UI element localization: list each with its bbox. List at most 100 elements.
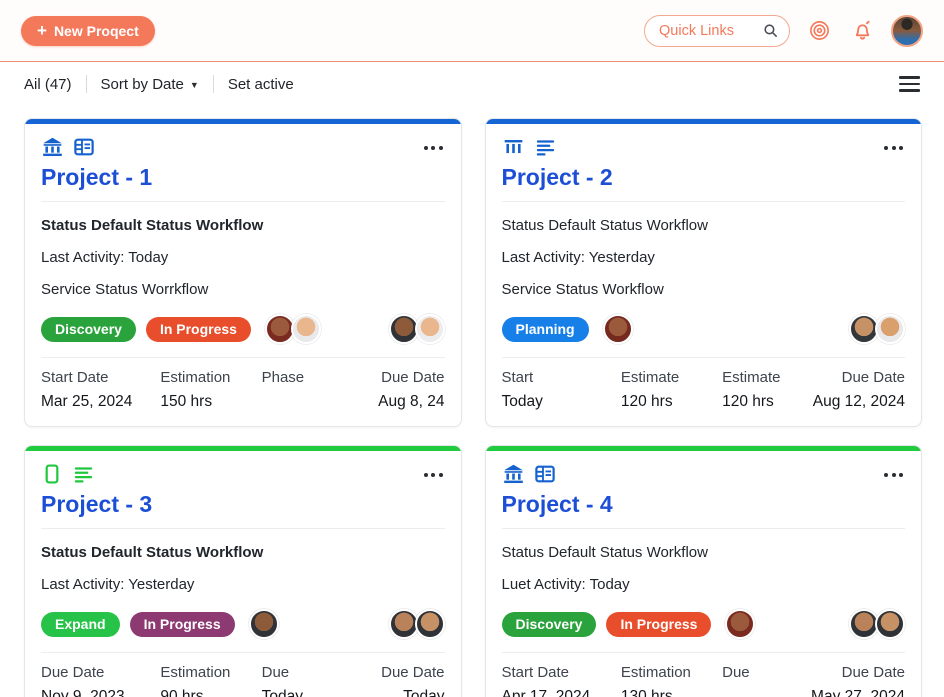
search-icon xyxy=(762,21,779,41)
status-badge: In Progress xyxy=(606,612,711,637)
status-badge: Expand xyxy=(41,612,120,637)
more-options-button[interactable] xyxy=(422,140,445,156)
caret-down-icon: ▼ xyxy=(190,80,199,90)
filter-all-button[interactable]: Ail (47) xyxy=(24,76,72,93)
card-footer: Due DateNoy 9, 2023Estimation90 hrsDue To… xyxy=(41,652,445,697)
plus-icon: + xyxy=(37,22,47,39)
team-avatars xyxy=(389,609,445,639)
sort-by-date-dropdown[interactable]: Sort by Date ▼ xyxy=(101,76,199,93)
footer-field-value: Aug 12, 2024 xyxy=(801,393,905,411)
footer-field-value: 150 hrs xyxy=(160,393,255,411)
footer-field-value: Today xyxy=(502,393,615,411)
project-card[interactable]: Project - 4 Status Default Status Workfl… xyxy=(485,445,923,697)
footer-field-value: Apr 17, 2024 xyxy=(502,688,615,697)
footer-field-label: Due Date xyxy=(801,664,905,681)
status-line: Status Default Status Workflow xyxy=(41,543,445,563)
bell-icon[interactable] xyxy=(848,17,876,45)
project-card[interactable]: Project - 3 Status Default Status Workfl… xyxy=(24,445,462,697)
avatar xyxy=(603,314,633,344)
footer-field-label: Phase xyxy=(262,369,335,386)
assignee-avatars xyxy=(603,314,633,344)
avatar xyxy=(875,314,905,344)
footer-field-value: May 27, 2024 xyxy=(801,688,905,697)
card-status-lines: Status Default Status WorkflowLast Activ… xyxy=(41,202,445,300)
footer-field: Due DateNoy 9, 2023 xyxy=(41,664,160,697)
more-options-button[interactable] xyxy=(882,140,905,156)
list-icon xyxy=(534,136,557,159)
avatar xyxy=(725,609,755,639)
footer-field: Estimate 120 hrs xyxy=(621,369,722,411)
status-line: Status Default Status Workflow xyxy=(502,543,906,563)
filter-toolbar: Ail (47) Sort by Date ▼ Set active xyxy=(0,62,944,106)
card-footer: Start DateMar 25, 2024Estimation 150 hrs P… xyxy=(41,357,445,426)
set-active-label: Set active xyxy=(228,76,294,93)
badge-row: Expand In Progress xyxy=(41,609,445,639)
card-status-lines: Status Default Status WorkflowLast Activ… xyxy=(502,202,906,300)
footer-field: StartToday xyxy=(502,369,621,411)
new-project-button[interactable]: + New Proqect xyxy=(21,16,155,46)
project-title[interactable]: Project - 4 xyxy=(502,491,906,529)
footer-field-value: 130 hrs xyxy=(621,688,716,697)
status-line: Service Status Worrkflow xyxy=(41,280,445,300)
project-title[interactable]: Project - 3 xyxy=(41,491,445,529)
footer-field: Start DateMar 25, 2024 xyxy=(41,369,160,411)
avatar xyxy=(415,609,445,639)
status-badge: In Progress xyxy=(146,317,251,342)
footer-field-value xyxy=(722,688,795,697)
footer-field-value: Mar 25, 2024 xyxy=(41,393,154,411)
footer-field-label: Due Date xyxy=(801,369,905,386)
menu-icon[interactable] xyxy=(899,76,920,92)
card-footer: StartTodayEstimate 120 hrsEstimate 120 hrs… xyxy=(502,357,906,426)
footer-field-label: Estimate xyxy=(621,369,716,386)
badge-row: Discovery In Progress xyxy=(502,609,906,639)
footer-field-value: 90 hrs xyxy=(160,688,255,697)
footer-field: Estimation 130 hrs xyxy=(621,664,722,697)
project-card-grid: Project - 1 Status Default Status Workfl… xyxy=(0,106,944,697)
target-icon[interactable] xyxy=(805,17,833,45)
status-badge: Discovery xyxy=(502,612,597,637)
assignee-avatars xyxy=(249,609,279,639)
footer-field: Due Date May 27, 2024 xyxy=(801,664,905,697)
avatar xyxy=(249,609,279,639)
team-avatars xyxy=(849,314,905,344)
sort-label: Sort by Date xyxy=(101,76,184,93)
assignee-avatars xyxy=(725,609,755,639)
project-card[interactable]: Project - 2 Status Default Status Workfl… xyxy=(485,118,923,427)
card-status-lines: Status Default Status WorkflowLuet Activ… xyxy=(502,529,906,595)
footer-field-value: Today xyxy=(340,688,444,697)
more-options-button[interactable] xyxy=(882,467,905,483)
footer-field-label: Due Date xyxy=(340,369,444,386)
more-options-button[interactable] xyxy=(422,467,445,483)
footer-field: Phase xyxy=(262,369,341,411)
status-badge: Discovery xyxy=(41,317,136,342)
badge-row: Discovery In Progress xyxy=(41,314,445,344)
bank-icon xyxy=(502,463,525,486)
footer-field: Estimation90 hrs xyxy=(160,664,261,697)
set-active-button[interactable]: Set active xyxy=(228,76,294,93)
columns-icon xyxy=(502,136,525,159)
footer-field-value: Today xyxy=(262,688,335,697)
footer-field-label: Due xyxy=(262,664,335,681)
team-avatars xyxy=(389,314,445,344)
bank-icon xyxy=(41,136,64,159)
project-card[interactable]: Project - 1 Status Default Status Workfl… xyxy=(24,118,462,427)
card-footer: Start DateApr 17, 2024Estimation130 hrsD… xyxy=(502,652,906,697)
divider xyxy=(86,75,87,93)
footer-field-label: Estimation xyxy=(621,664,716,681)
user-avatar[interactable] xyxy=(891,15,923,47)
project-title[interactable]: Project - 2 xyxy=(502,164,906,202)
status-badge: Planning xyxy=(502,317,589,342)
quick-links-search[interactable] xyxy=(644,15,790,47)
footer-field-label: Due Date xyxy=(41,664,154,681)
quick-links-input[interactable] xyxy=(659,23,762,39)
project-title[interactable]: Project - 1 xyxy=(41,164,445,202)
status-badge: In Progress xyxy=(130,612,235,637)
footer-field-label: Estimation xyxy=(160,369,255,386)
status-line: Status Default Status Workflow xyxy=(41,216,445,236)
status-line: Service Status Workflow xyxy=(502,280,906,300)
status-line: Last Activity: Yesterday xyxy=(502,248,906,268)
footer-field-value: 120 hrs xyxy=(722,393,795,411)
footer-field: Estimation 150 hrs xyxy=(160,369,261,411)
footer-field-value: 120 hrs xyxy=(621,393,716,411)
avatar xyxy=(875,609,905,639)
